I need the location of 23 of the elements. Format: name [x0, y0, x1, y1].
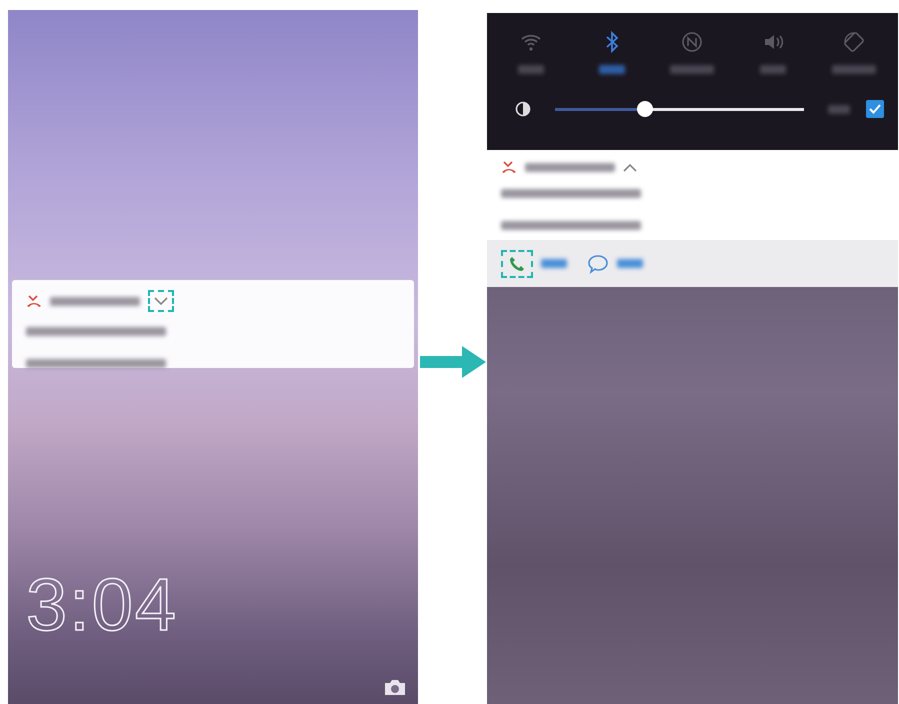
missed-call-icon [501, 160, 517, 174]
auto-brightness-checkbox[interactable] [866, 100, 884, 118]
brightness-icon [515, 101, 531, 117]
chevron-up-icon[interactable] [623, 162, 637, 172]
phone-icon[interactable] [509, 256, 525, 272]
blurred-label [832, 65, 876, 74]
clock-time: 3:04 [26, 568, 178, 642]
blurred-label [760, 65, 786, 74]
rotation-toggle-icon[interactable] [842, 31, 865, 53]
blurred-label [828, 104, 850, 114]
missed-call-icon [26, 294, 42, 308]
blurred-label [670, 65, 714, 74]
chevron-down-icon[interactable] [154, 296, 168, 306]
blurred-label [617, 259, 643, 268]
camera-icon[interactable] [384, 679, 406, 696]
message-bubble-icon[interactable] [587, 254, 609, 274]
slider-thumb[interactable] [636, 100, 653, 116]
nfc-toggle-icon[interactable] [681, 31, 704, 53]
blurred-label [518, 65, 544, 74]
notification-card[interactable] [12, 280, 414, 368]
arrow-icon [418, 345, 487, 379]
blurred-label [598, 65, 625, 74]
blurred-label [541, 259, 567, 268]
